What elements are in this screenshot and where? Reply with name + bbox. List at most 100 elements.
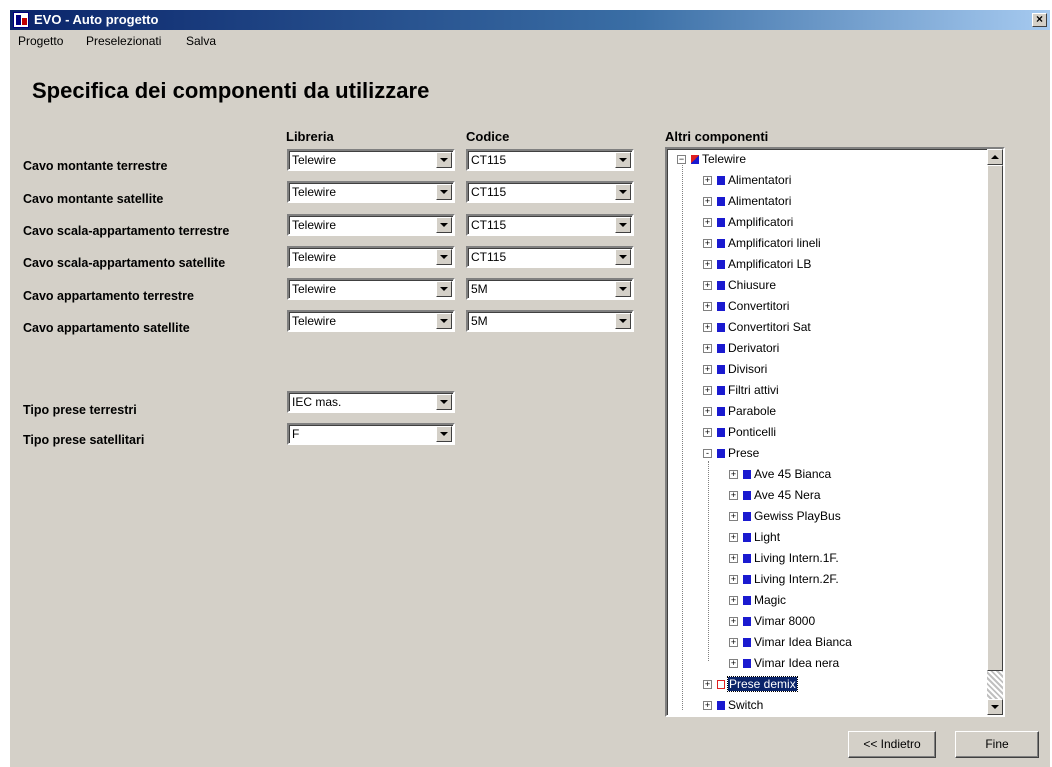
scrollbar-track[interactable] bbox=[987, 671, 1003, 699]
component-square-icon bbox=[717, 386, 725, 395]
altri-componenti-tree[interactable]: − Telewire + Alimentatori + Alimentatori +… bbox=[665, 147, 1005, 717]
tree-content: − Telewire + Alimentatori + Alimentatori +… bbox=[667, 149, 983, 715]
menu-bar: Progetto Preselezionati Salva bbox=[10, 32, 1050, 52]
dropdown-arrow-icon[interactable] bbox=[615, 217, 631, 233]
tree-node-label: Living Intern.1F. bbox=[754, 551, 839, 565]
row-label: Cavo scala-appartamento satellite bbox=[23, 256, 226, 270]
menu-preselezionati[interactable]: Preselezionati bbox=[86, 34, 161, 48]
expand-icon[interactable]: + bbox=[729, 638, 738, 647]
libreria-select[interactable]: Telewire bbox=[287, 310, 455, 332]
title-bar[interactable]: EVO - Auto progetto × bbox=[10, 10, 1050, 30]
component-square-icon bbox=[717, 428, 725, 437]
component-square-icon bbox=[743, 470, 751, 479]
menu-progetto[interactable]: Progetto bbox=[18, 34, 63, 48]
expand-icon[interactable]: + bbox=[703, 218, 712, 227]
dropdown-arrow-icon[interactable] bbox=[436, 313, 452, 329]
libreria-value: Telewire bbox=[292, 185, 337, 199]
prese-satellitari-select[interactable]: F bbox=[287, 423, 455, 445]
codice-select[interactable]: CT115 bbox=[466, 246, 634, 268]
expand-icon[interactable]: + bbox=[703, 197, 712, 206]
expand-icon[interactable]: + bbox=[703, 386, 712, 395]
tree-node-label: Amplificatori LB bbox=[728, 257, 812, 271]
codice-select[interactable]: CT115 bbox=[466, 149, 634, 171]
expand-icon[interactable]: + bbox=[703, 176, 712, 185]
expand-icon[interactable]: + bbox=[703, 344, 712, 353]
dropdown-arrow-icon[interactable] bbox=[615, 184, 631, 200]
dropdown-arrow-icon[interactable] bbox=[436, 217, 452, 233]
tree-node-label: Alimentatori bbox=[728, 173, 792, 187]
codice-select[interactable]: 5M bbox=[466, 278, 634, 300]
tree-node-label: Ponticelli bbox=[728, 425, 777, 439]
codice-select[interactable]: 5M bbox=[466, 310, 634, 332]
dropdown-arrow-icon[interactable] bbox=[436, 152, 452, 168]
component-square-icon bbox=[743, 512, 751, 521]
expand-icon[interactable]: + bbox=[729, 491, 738, 500]
expand-icon[interactable]: + bbox=[729, 617, 738, 626]
expand-icon[interactable]: + bbox=[703, 428, 712, 437]
dropdown-arrow-icon[interactable] bbox=[615, 249, 631, 265]
expand-icon[interactable]: + bbox=[729, 512, 738, 521]
expand-icon[interactable]: + bbox=[729, 659, 738, 668]
dropdown-arrow-icon[interactable] bbox=[615, 152, 631, 168]
expand-icon[interactable]: + bbox=[729, 533, 738, 542]
collapse-icon[interactable]: − bbox=[677, 155, 686, 164]
component-square-icon bbox=[743, 575, 751, 584]
codice-select[interactable]: CT115 bbox=[466, 214, 634, 236]
row-label: Cavo montante terrestre bbox=[23, 159, 168, 173]
dropdown-arrow-icon[interactable] bbox=[436, 426, 452, 442]
close-button[interactable]: × bbox=[1032, 13, 1047, 27]
expand-icon[interactable]: + bbox=[703, 323, 712, 332]
expand-icon[interactable]: + bbox=[703, 302, 712, 311]
component-square-icon bbox=[743, 617, 751, 626]
expand-icon[interactable]: + bbox=[729, 575, 738, 584]
collapse-icon[interactable]: - bbox=[703, 449, 712, 458]
back-button[interactable]: << Indietro bbox=[848, 731, 936, 758]
component-square-icon bbox=[743, 638, 751, 647]
folder-icon bbox=[691, 155, 699, 164]
component-square-icon bbox=[717, 176, 725, 185]
expand-icon[interactable]: + bbox=[703, 701, 712, 710]
codice-select[interactable]: CT115 bbox=[466, 181, 634, 203]
expand-icon[interactable]: + bbox=[703, 260, 712, 269]
evo-app-icon[interactable] bbox=[13, 12, 29, 28]
row-label: Cavo scala-appartamento terrestre bbox=[23, 224, 230, 238]
scroll-up-icon[interactable] bbox=[987, 149, 1003, 165]
dropdown-arrow-icon[interactable] bbox=[615, 281, 631, 297]
tree-node-label: Parabole bbox=[728, 404, 777, 418]
libreria-select[interactable]: Telewire bbox=[287, 246, 455, 268]
column-header-altri-componenti: Altri componenti bbox=[665, 129, 769, 144]
dropdown-arrow-icon[interactable] bbox=[436, 184, 452, 200]
expand-icon[interactable]: + bbox=[703, 365, 712, 374]
tree-node-label: Ave 45 Nera bbox=[754, 488, 821, 502]
dropdown-arrow-icon[interactable] bbox=[436, 249, 452, 265]
libreria-select[interactable]: Telewire bbox=[287, 181, 455, 203]
dropdown-arrow-icon[interactable] bbox=[436, 281, 452, 297]
row-label: Tipo prese satellitari bbox=[23, 433, 145, 447]
dropdown-arrow-icon[interactable] bbox=[615, 313, 631, 329]
libreria-select[interactable]: Telewire bbox=[287, 278, 455, 300]
component-square-icon bbox=[717, 260, 725, 269]
component-square-icon bbox=[717, 302, 725, 311]
expand-icon[interactable]: + bbox=[729, 554, 738, 563]
row-label: Tipo prese terrestri bbox=[23, 403, 137, 417]
component-square-icon bbox=[717, 344, 725, 353]
expand-icon[interactable]: + bbox=[729, 470, 738, 479]
libreria-select[interactable]: Telewire bbox=[287, 149, 455, 171]
finish-button[interactable]: Fine bbox=[955, 731, 1039, 758]
tree-node-label: Chiusure bbox=[728, 278, 777, 292]
dropdown-arrow-icon[interactable] bbox=[436, 394, 452, 410]
expand-icon[interactable]: + bbox=[703, 239, 712, 248]
expand-icon[interactable]: + bbox=[703, 407, 712, 416]
libreria-value: Telewire bbox=[292, 218, 337, 232]
scrollbar-thumb[interactable] bbox=[987, 165, 1003, 671]
tree-guide-line bbox=[708, 461, 709, 661]
row-label: Cavo appartamento terrestre bbox=[23, 289, 194, 303]
scroll-down-icon[interactable] bbox=[987, 699, 1003, 715]
expand-icon[interactable]: + bbox=[703, 680, 712, 689]
libreria-select[interactable]: Telewire bbox=[287, 214, 455, 236]
menu-salva[interactable]: Salva bbox=[186, 34, 216, 48]
tree-scrollbar[interactable] bbox=[987, 149, 1003, 715]
expand-icon[interactable]: + bbox=[703, 281, 712, 290]
prese-terrestri-select[interactable]: IEC mas. bbox=[287, 391, 455, 413]
expand-icon[interactable]: + bbox=[729, 596, 738, 605]
